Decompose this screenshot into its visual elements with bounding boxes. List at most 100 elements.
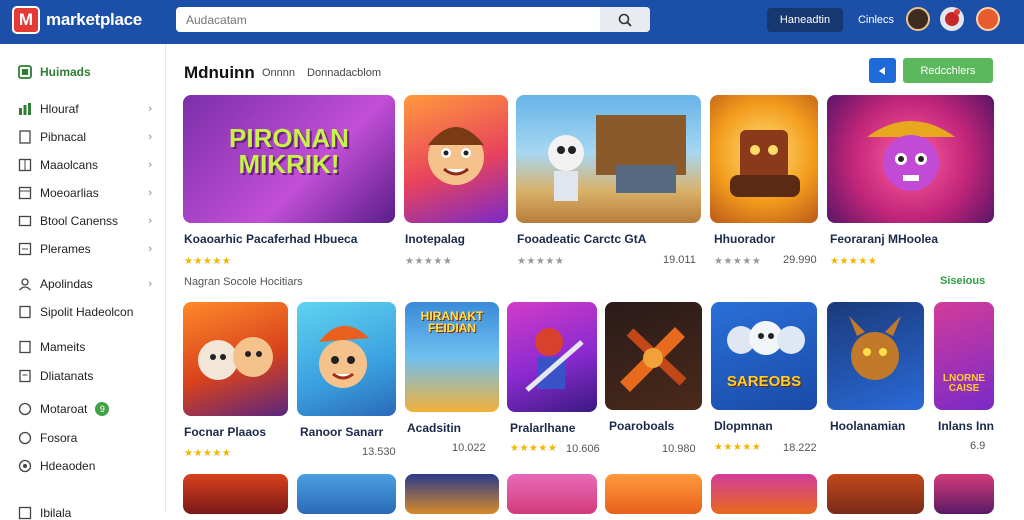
profile-avatar[interactable] xyxy=(976,7,1000,31)
robot-icon xyxy=(730,130,800,197)
game-card-art[interactable] xyxy=(405,474,499,514)
warrior-icon xyxy=(525,328,584,392)
brand-name: marketplace xyxy=(46,10,142,29)
header-secondary-button[interactable]: Cinlecs xyxy=(854,8,898,32)
card-title[interactable]: Koaoarhic Pacaferhad Hbueca xyxy=(184,232,357,246)
header-primary-button[interactable]: Haneadtin xyxy=(767,8,843,32)
game-card-art[interactable]: SAREOBS xyxy=(711,302,817,410)
game-card-art[interactable] xyxy=(516,95,701,223)
game-card-art[interactable] xyxy=(827,95,994,223)
sidebar: Huimads Hlouraf › Pibnacal › Maaolcans › Mo… xyxy=(0,44,166,520)
sidebar-item-11[interactable]: Fosora xyxy=(18,431,158,445)
game-card-art[interactable]: LNORNE CAISE xyxy=(934,302,994,410)
sidebar-item-5[interactable]: Plerames › xyxy=(18,242,158,256)
chevron-right-icon: › xyxy=(148,278,152,290)
page-icon xyxy=(19,340,31,354)
sidebar-item-2[interactable]: Maaolcans › xyxy=(18,158,158,172)
crossed-weapons-icon xyxy=(620,327,687,392)
notification-avatar[interactable] xyxy=(940,7,964,31)
card-price: 10.606 xyxy=(566,443,600,455)
game-card-art[interactable] xyxy=(297,474,396,514)
game-card-art[interactable] xyxy=(934,474,994,514)
marketplace-logo-icon: M xyxy=(12,6,40,34)
share-button[interactable] xyxy=(869,58,896,83)
card-title[interactable]: Hoolanamian xyxy=(830,419,905,433)
section-label: Nagran Socole Hocitiars xyxy=(184,276,303,288)
circle-icon xyxy=(18,402,32,416)
game-card-art[interactable] xyxy=(710,95,818,223)
list-icon xyxy=(18,242,32,256)
card-title[interactable]: Fooadeatic Carctc GtA xyxy=(517,232,646,246)
breadcrumb-item[interactable]: Onnnn xyxy=(262,67,295,79)
chevron-right-icon: › xyxy=(148,103,152,115)
cowboy-character-icon xyxy=(867,121,955,191)
ship-scene-icon xyxy=(548,115,686,201)
card-title[interactable]: Ranoor Sanarr xyxy=(300,425,383,439)
box-icon xyxy=(18,186,32,200)
game-card-art[interactable] xyxy=(404,95,508,223)
sidebar-item-label: Hlouraf xyxy=(40,102,79,116)
card-title[interactable]: Acadsitin xyxy=(407,421,461,435)
sidebar-title-label: Huimads xyxy=(40,65,91,79)
sidebar-item-10[interactable]: Motaroat 9 xyxy=(18,402,158,416)
chevron-right-icon: › xyxy=(148,159,152,171)
search-button[interactable] xyxy=(600,7,650,32)
search-input[interactable] xyxy=(176,8,600,31)
sidebar-item-7[interactable]: Sipolit Hadeolcon xyxy=(18,305,158,319)
card-price: 10.980 xyxy=(662,443,696,455)
card-title[interactable]: Feoraranj MHoolea xyxy=(830,232,938,246)
breadcrumb-item[interactable]: Donnadacblom xyxy=(307,67,381,79)
sidebar-item-12[interactable]: Hdeaoden xyxy=(18,459,158,473)
card-title[interactable]: Dlopmnan xyxy=(714,419,773,433)
chevron-right-icon: › xyxy=(148,215,152,227)
search-icon xyxy=(618,13,632,27)
card-title[interactable]: Inotepalag xyxy=(405,232,465,246)
chart-icon xyxy=(19,103,31,115)
brand-logo[interactable]: M marketplace xyxy=(12,6,142,34)
card-title[interactable]: Focnar Plaaos xyxy=(184,425,266,439)
two-characters-icon xyxy=(198,337,273,380)
sidebar-item-9[interactable]: Dliatanats xyxy=(18,369,158,383)
home-icon xyxy=(18,65,32,79)
game-card-art[interactable] xyxy=(183,302,288,416)
sidebar-item-13[interactable]: Ibilala xyxy=(18,506,158,520)
sidebar-item-4[interactable]: Btool Canenss › xyxy=(18,214,158,228)
game-card-art[interactable] xyxy=(711,474,817,514)
sidebar-item-0[interactable]: Hlouraf › xyxy=(18,102,158,116)
clipboard-icon xyxy=(19,305,31,319)
sidebar-item-label: Fosora xyxy=(40,431,78,445)
sidebar-item-label: Dliatanats xyxy=(40,369,94,383)
page-title: Mdnuinn xyxy=(184,63,255,82)
search-bar xyxy=(176,7,650,32)
beast-icon xyxy=(849,316,901,380)
sidebar-item-label: Plerames xyxy=(40,242,91,256)
action-button[interactable]: Redcchlers xyxy=(903,58,993,83)
game-card-art[interactable] xyxy=(827,302,924,410)
card-price: 13.530 xyxy=(362,446,396,458)
card-art-title: LNORNE CAISE xyxy=(942,373,986,394)
skull-crew-icon xyxy=(727,321,805,355)
card-title[interactable]: Inlans Inn xyxy=(938,419,994,433)
user-avatar[interactable] xyxy=(906,7,930,31)
card-price: 6.9 xyxy=(970,440,986,452)
see-all-link[interactable]: Siseious xyxy=(940,275,985,287)
card-title[interactable]: Pralarlhane xyxy=(510,421,575,435)
rating-stars: ★★★★★ xyxy=(405,256,453,267)
game-card-art[interactable] xyxy=(605,474,702,514)
game-card-art[interactable] xyxy=(827,474,924,514)
game-card-art[interactable] xyxy=(507,302,597,412)
sidebar-item-3[interactable]: Moeoarlias › xyxy=(18,186,158,200)
card-title[interactable]: Poaroboals xyxy=(609,419,674,433)
game-card-art[interactable]: PIRONAN MIKRIK! xyxy=(183,95,395,223)
sidebar-title[interactable]: Huimads xyxy=(18,65,158,79)
card-title[interactable]: Hhuorador xyxy=(714,232,775,246)
game-card-art[interactable] xyxy=(297,302,396,416)
game-card-art[interactable]: HIRANAKT FEIDIAN xyxy=(405,302,499,412)
sidebar-item-6[interactable]: Apolindas › xyxy=(18,277,158,291)
sidebar-item-8[interactable]: Mameits xyxy=(18,340,158,354)
user-icon xyxy=(19,278,31,291)
game-card-art[interactable] xyxy=(507,474,597,514)
sidebar-item-1[interactable]: Pibnacal › xyxy=(18,130,158,144)
game-card-art[interactable] xyxy=(605,302,702,410)
game-card-art[interactable] xyxy=(183,474,288,514)
